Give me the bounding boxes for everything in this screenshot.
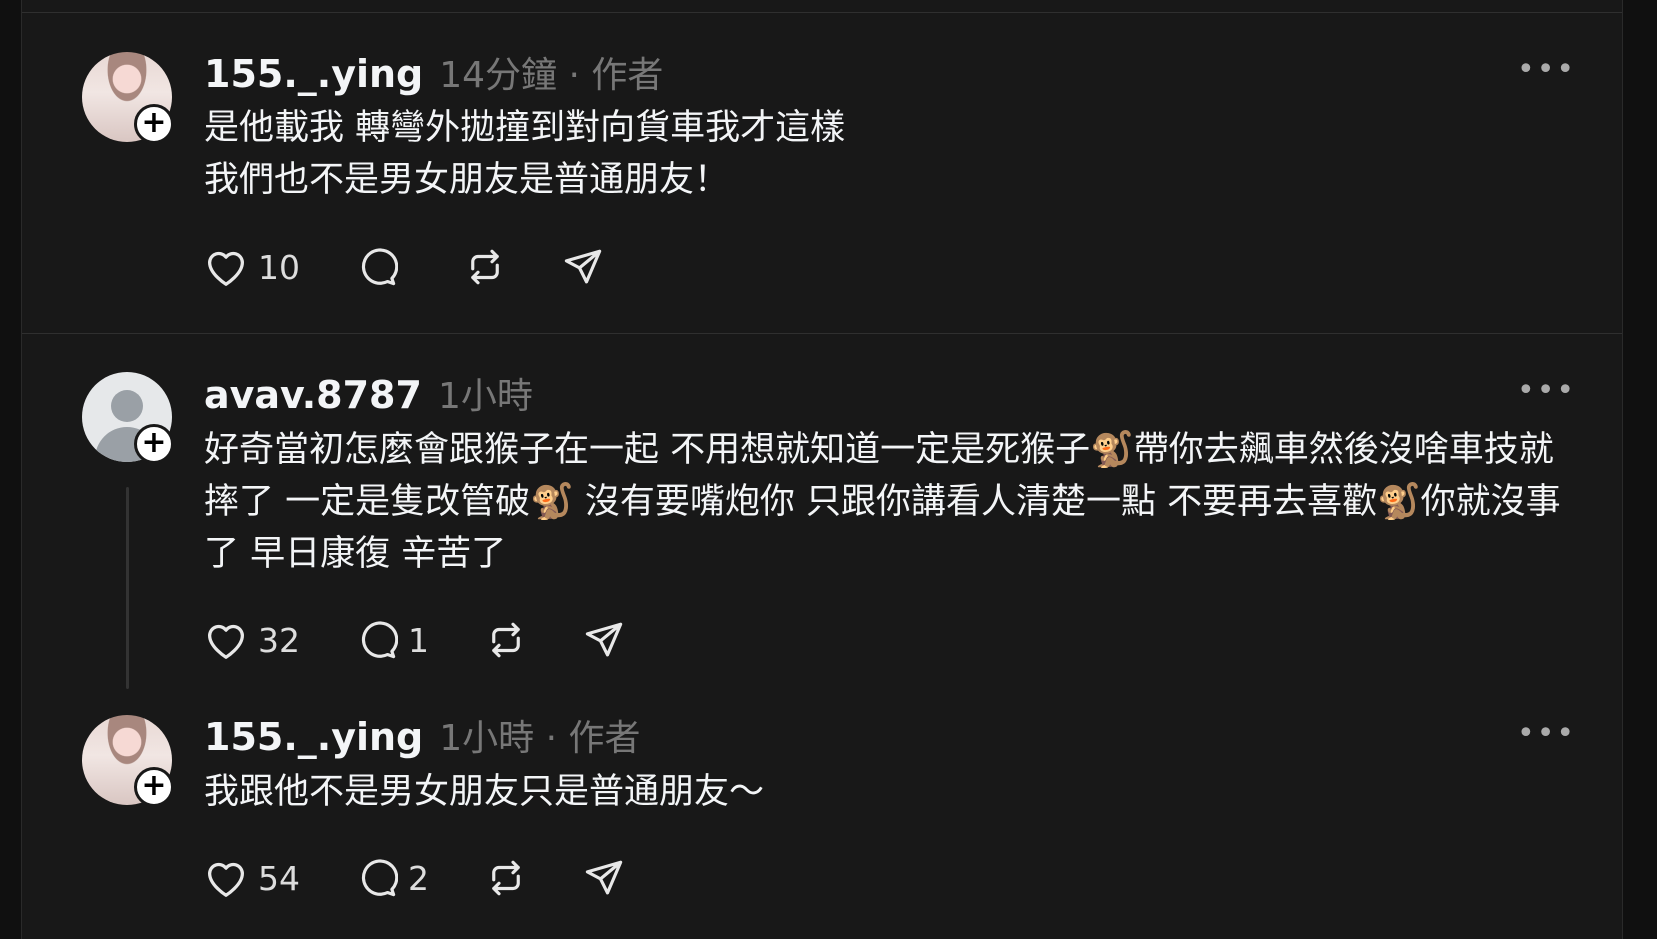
more-options-button[interactable]: ••• [1517,716,1576,751]
post-meta: 14分鐘 · 作者 [439,46,663,98]
avatar-container: + [82,52,174,144]
heart-icon [208,862,244,897]
heart-icon [208,624,244,659]
timestamp: 1小時 [439,718,535,759]
follow-button[interactable]: + [134,104,174,144]
send-icon [564,249,602,284]
author-tag: 作者 [568,718,641,759]
username[interactable]: 155._.ying [204,715,423,759]
reply-button[interactable]: 2 [356,857,429,899]
action-bar: 54 2 [204,857,681,899]
reply-button[interactable] [356,246,408,288]
post-divider [22,333,1622,334]
send-icon [585,860,623,895]
reply-button[interactable]: 1 [356,619,429,661]
like-button[interactable]: 32 [204,620,300,660]
default-avatar-head [111,390,143,422]
share-button[interactable] [583,857,625,899]
post-text: 我跟他不是男女朋友只是普通朋友～ [204,772,765,812]
post-text: 好奇當初怎麼會跟猴子在一起 不用想就知道一定是死猴子🐒帶你去飆車然後沒啥車技就摔… [204,430,1561,574]
send-icon [585,622,623,657]
more-options-button[interactable]: ••• [1517,373,1576,408]
follow-button[interactable]: + [134,424,174,464]
repost-button[interactable] [485,857,527,899]
timestamp: 1小時 [437,376,533,417]
reply-count: 2 [408,858,429,898]
thread-line [126,487,129,689]
post-meta: 1小時 [438,367,533,419]
timestamp: 14分鐘 [439,55,558,96]
post-text: 是他載我 轉彎外拋撞到對向貨車我才這樣 我們也不是男女朋友是普通朋友！ [204,108,846,200]
comment-icon [361,621,398,659]
post-header: avav.8787 1小時 [204,367,533,419]
like-count: 10 [258,247,300,287]
username[interactable]: 155._.ying [204,52,423,96]
like-button[interactable]: 10 [204,247,300,287]
post-header: 155._.ying 1小時 · 作者 [204,709,641,761]
action-bar: 10 [204,246,660,288]
repost-icon [492,860,520,896]
repost-icon [492,622,520,658]
username[interactable]: avav.8787 [204,373,422,417]
like-count: 32 [258,620,300,660]
comment-icon [361,248,398,286]
share-button[interactable] [562,246,604,288]
more-options-button[interactable]: ••• [1517,52,1576,87]
heart-icon [208,251,244,286]
follow-button[interactable]: + [134,767,174,807]
repost-button[interactable] [485,619,527,661]
separator: · [545,718,558,759]
post-header: 155._.ying 14分鐘 · 作者 [204,46,663,98]
like-count: 54 [258,858,300,898]
avatar-container: + [82,372,174,464]
repost-button[interactable] [464,246,506,288]
comment-icon [361,859,398,897]
avatar-container: + [82,715,174,807]
reply-count: 1 [408,620,429,660]
replies-panel: + 155._.ying 14分鐘 · 作者 ••• 是他載我 轉彎外拋撞到對向… [21,0,1623,939]
separator: · [568,55,580,96]
repost-icon [471,249,499,285]
author-tag: 作者 [591,55,664,96]
share-button[interactable] [583,619,625,661]
post-meta: 1小時 · 作者 [439,709,640,761]
top-divider [22,12,1622,13]
like-button[interactable]: 54 [204,858,300,898]
action-bar: 32 1 [204,619,681,661]
